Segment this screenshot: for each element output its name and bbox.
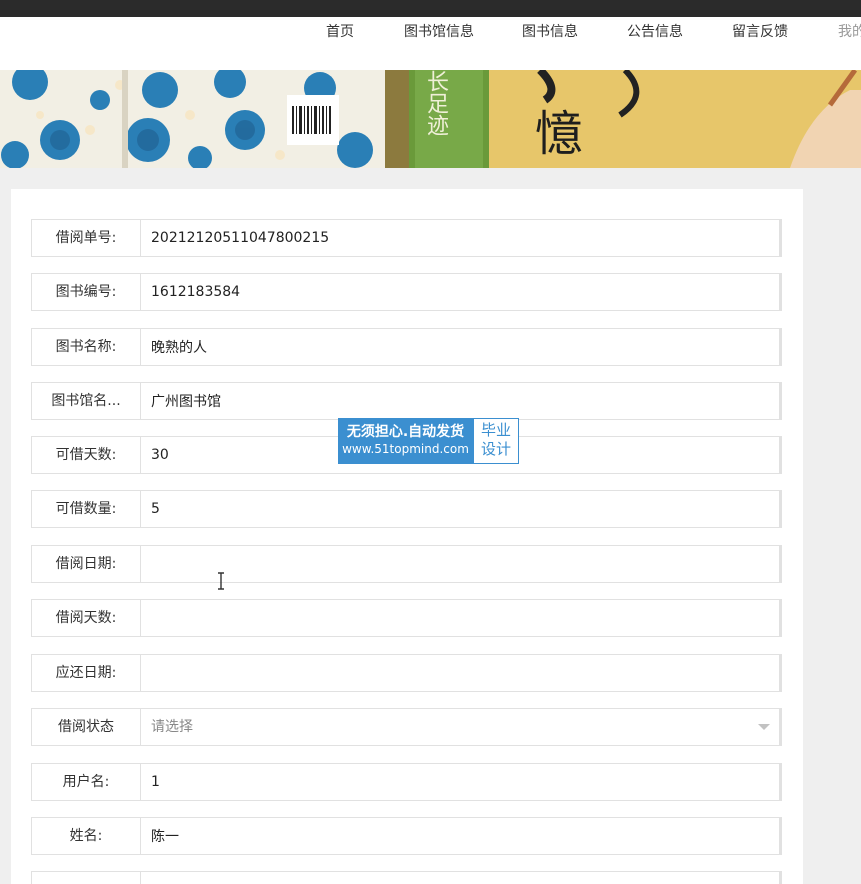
label-due-date: 应还日期: <box>31 654 141 692</box>
label-borrow-no: 借阅单号: <box>31 219 141 257</box>
form-row-due-date: 应还日期: <box>31 654 782 692</box>
form-row-borrow-date: 借阅日期: <box>31 545 782 583</box>
form-row-next <box>31 871 782 884</box>
label-borrow-date: 借阅日期: <box>31 545 141 583</box>
label-book-no: 图书编号: <box>31 273 141 311</box>
nav-item-book-info[interactable]: 图书信息 <box>522 17 578 47</box>
nav-item-announcements[interactable]: 公告信息 <box>627 17 683 47</box>
input-username[interactable] <box>140 763 782 801</box>
form-row-borrow-status: 借阅状态 请选择 <box>31 708 782 746</box>
form-row-username: 用户名: <box>31 763 782 801</box>
input-borrow-no[interactable] <box>140 219 782 257</box>
input-book-name[interactable] <box>140 328 782 366</box>
label-library-name: 图书馆名... <box>31 382 141 420</box>
text-cursor-icon <box>218 572 224 590</box>
banner-title-char: 憶 <box>535 106 584 162</box>
select-borrow-status[interactable]: 请选择 <box>140 708 782 746</box>
input-book-no[interactable] <box>140 273 782 311</box>
nav-item-home[interactable]: 首页 <box>326 17 354 47</box>
form-row-loanable-count: 可借数量: <box>31 490 782 528</box>
input-borrow-date[interactable] <box>140 545 782 583</box>
input-library-name[interactable] <box>140 382 782 420</box>
label-borrow-status: 借阅状态 <box>31 708 141 746</box>
form-row-borrow-days: 借阅天数: <box>31 599 782 637</box>
watermark-badge: 无须担心.自动发货 www.51topmind.com 毕业设计 <box>338 418 521 464</box>
form-row-library-name: 图书馆名... <box>31 382 782 420</box>
banner-spine-text: 长足迹 <box>423 70 448 136</box>
input-due-date[interactable] <box>140 654 782 692</box>
chevron-down-icon[interactable] <box>758 724 770 730</box>
watermark-left: 无须担心.自动发货 www.51topmind.com <box>338 418 473 464</box>
nav-item-mine[interactable]: 我的 <box>838 17 861 47</box>
input-fullname[interactable] <box>140 817 782 855</box>
label-username: 用户名: <box>31 763 141 801</box>
nav-item-library-info[interactable]: 图书馆信息 <box>404 17 474 47</box>
form-row-borrow-no: 借阅单号: <box>31 219 782 257</box>
label-loanable-days: 可借天数: <box>31 436 141 474</box>
label-next <box>31 871 141 884</box>
input-borrow-days[interactable] <box>140 599 782 637</box>
form-row-book-no: 图书编号: <box>31 273 782 311</box>
label-borrow-days: 借阅天数: <box>31 599 141 637</box>
nav-item-feedback[interactable]: 留言反馈 <box>732 17 788 47</box>
form-row-fullname: 姓名: <box>31 817 782 855</box>
label-book-name: 图书名称: <box>31 328 141 366</box>
input-next[interactable] <box>140 871 782 884</box>
top-dark-bar <box>0 0 861 17</box>
input-loanable-count[interactable] <box>140 490 782 528</box>
watermark-line1: 无须担心.自动发货 <box>346 424 465 440</box>
form-row-book-name: 图书名称: <box>31 328 782 366</box>
watermark-line2: www.51topmind.com <box>342 442 469 456</box>
label-loanable-count: 可借数量: <box>31 490 141 528</box>
banner-image: 长足迹 憶 <box>0 70 861 168</box>
top-navigation: 首页 图书馆信息 图书信息 公告信息 留言反馈 我的 <box>0 17 861 70</box>
watermark-side: 毕业设计 <box>473 418 519 464</box>
label-fullname: 姓名: <box>31 817 141 855</box>
